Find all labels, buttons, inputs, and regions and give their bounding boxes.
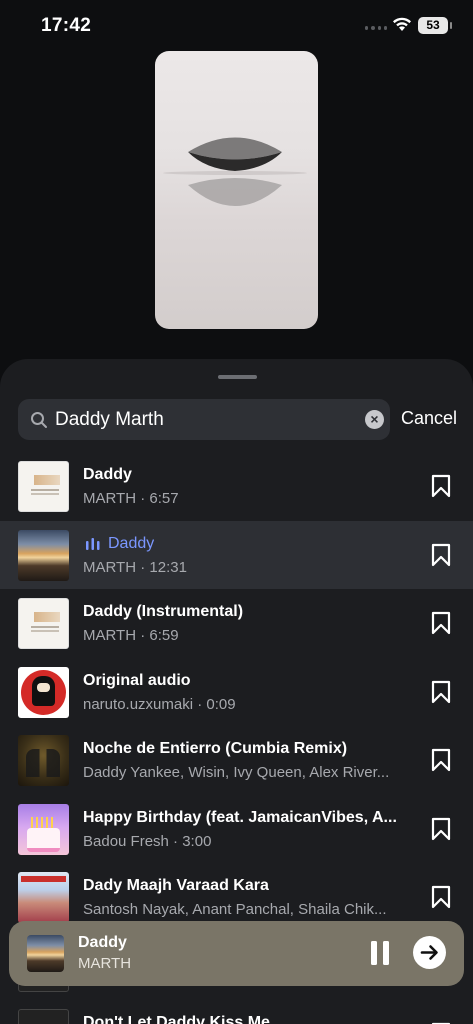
cancel-button[interactable]: Cancel bbox=[401, 408, 457, 429]
search-box[interactable]: × bbox=[18, 399, 390, 440]
track-subtitle: Santosh Nayak, Anant Panchal, Shaila Chi… bbox=[83, 901, 387, 918]
equalizer-icon bbox=[86, 537, 100, 550]
track-title: Happy Birthday (feat. JamaicanVibes, A..… bbox=[83, 808, 397, 826]
track-title: Daddy bbox=[108, 534, 155, 552]
album-art bbox=[18, 735, 69, 786]
album-art bbox=[18, 803, 69, 855]
battery-icon: 53 bbox=[418, 17, 452, 34]
next-button[interactable] bbox=[413, 936, 446, 969]
preview-image bbox=[163, 137, 307, 206]
video-preview[interactable] bbox=[155, 51, 318, 329]
album-art bbox=[18, 1009, 69, 1024]
track-subtitle: MARTH · 6:59 bbox=[83, 627, 179, 644]
bookmark-icon[interactable] bbox=[431, 543, 451, 567]
clear-icon[interactable]: × bbox=[365, 410, 384, 429]
signal-icon bbox=[365, 26, 387, 32]
pause-icon-bar bbox=[383, 941, 389, 965]
album-art bbox=[18, 872, 69, 923]
bookmark-icon[interactable] bbox=[431, 817, 451, 841]
search-icon bbox=[31, 412, 47, 428]
track-title: Dady Maajh Varaad Kara bbox=[83, 877, 269, 894]
list-item[interactable]: Happy Birthday (feat. JamaicanVibes, A..… bbox=[0, 795, 473, 864]
mini-player-title: Daddy bbox=[78, 934, 127, 951]
bookmark-icon[interactable] bbox=[431, 474, 451, 498]
track-subtitle: Badou Fresh · 3:00 bbox=[83, 832, 212, 850]
list-item[interactable]: Daddy MARTH · 12:31 bbox=[0, 520, 473, 589]
list-item[interactable]: Daddy (Instrumental) MARTH · 6:59 bbox=[0, 589, 473, 658]
music-search-sheet: × Cancel Daddy MARTH · 6:57 Daddy MARTH … bbox=[0, 359, 473, 1024]
bookmark-icon[interactable] bbox=[431, 748, 451, 772]
list-item[interactable]: Noche de Entierro (Cumbia Remix) Daddy Y… bbox=[0, 726, 473, 795]
track-subtitle: Daddy Yankee, Wisin, Ivy Queen, Alex Riv… bbox=[83, 764, 390, 781]
bookmark-icon[interactable] bbox=[431, 611, 451, 635]
status-time: 17:42 bbox=[41, 15, 92, 36]
sheet-grabber[interactable] bbox=[218, 375, 257, 379]
track-title: Daddy bbox=[83, 466, 132, 483]
list-item[interactable]: Don't Let Daddy Kiss Me bbox=[0, 1000, 473, 1024]
track-title: Daddy (Instrumental) bbox=[83, 603, 244, 620]
status-bar: 17:42 53 bbox=[0, 0, 473, 50]
track-title: Noche de Entierro (Cumbia Remix) bbox=[83, 740, 348, 757]
album-art bbox=[18, 529, 69, 581]
mini-player[interactable]: Daddy MARTH bbox=[9, 921, 464, 986]
bookmark-icon[interactable] bbox=[431, 680, 451, 704]
pause-button[interactable] bbox=[371, 941, 391, 965]
track-subtitle: naruto.uzxumaki · 0:09 bbox=[83, 695, 236, 713]
album-art bbox=[18, 461, 69, 512]
search-input[interactable] bbox=[55, 399, 360, 440]
arrow-right-icon bbox=[420, 945, 438, 960]
bookmark-icon[interactable] bbox=[431, 885, 451, 909]
list-item[interactable]: Original audio naruto.uzxumaki · 0:09 bbox=[0, 658, 473, 727]
track-title: Don't Let Daddy Kiss Me bbox=[83, 1014, 270, 1024]
track-subtitle: MARTH · 12:31 bbox=[83, 558, 187, 576]
track-subtitle: MARTH · 6:57 bbox=[83, 490, 179, 507]
mini-player-artist: MARTH bbox=[78, 955, 132, 972]
mini-player-art bbox=[27, 935, 64, 972]
album-art bbox=[18, 666, 69, 718]
album-art bbox=[18, 598, 69, 649]
wifi-icon bbox=[393, 17, 411, 31]
list-item[interactable]: Daddy MARTH · 6:57 bbox=[0, 452, 473, 521]
track-title: Original audio bbox=[83, 671, 191, 689]
pause-icon bbox=[371, 941, 377, 965]
